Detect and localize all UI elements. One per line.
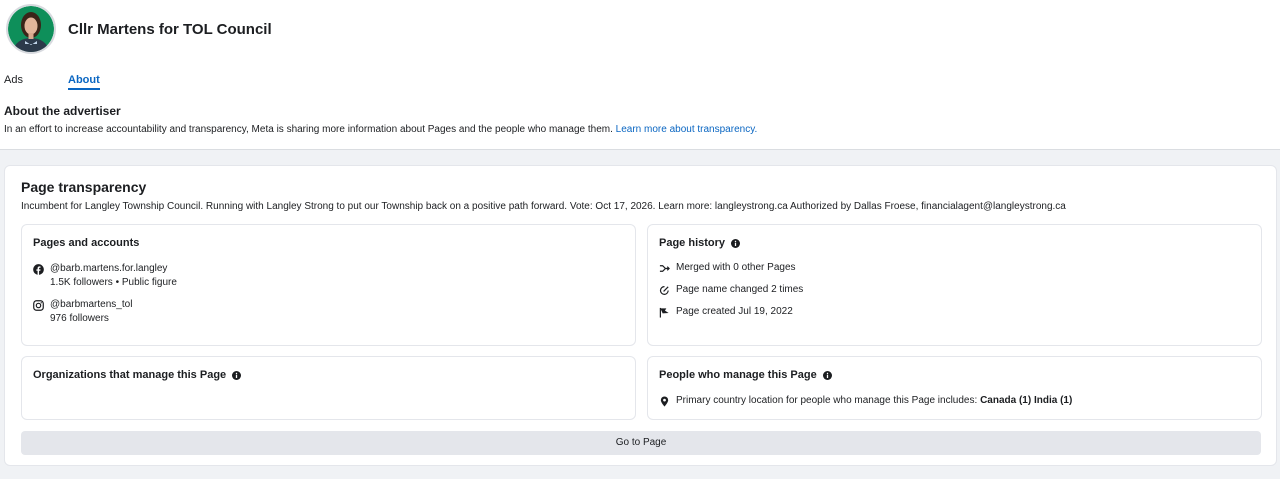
organizations-title: Organizations that manage this Page [33, 369, 242, 381]
pages-accounts-card: Pages and accounts @barb.martens.for.lan… [21, 224, 636, 346]
location-row: Primary country location for people who … [659, 395, 1072, 407]
people-manage-card: People who manage this Page Primary coun… [647, 356, 1262, 420]
instagram-handle[interactable]: @barbmartens_tol [50, 299, 132, 310]
created-row: Page created Jul 19, 2022 [659, 306, 793, 318]
info-icon[interactable] [232, 370, 242, 380]
people-manage-title: People who manage this Page [659, 369, 832, 381]
page-transparency-description: Incumbent for Langley Township Council. … [21, 201, 1066, 212]
about-description: In an effort to increase accountability … [4, 124, 757, 135]
page-history-card: Page history Merged with 0 other Pages P… [647, 224, 1262, 346]
pages-accounts-title-text: Pages and accounts [33, 237, 140, 249]
merged-text: Merged with 0 other Pages [676, 262, 796, 273]
facebook-handle[interactable]: @barb.martens.for.langley [50, 263, 167, 274]
page-history-title-text: Page history [659, 237, 726, 249]
instagram-icon [33, 300, 44, 311]
organizations-card: Organizations that manage this Page [21, 356, 636, 420]
tab-ads[interactable]: Ads [4, 74, 23, 86]
instagram-meta: 976 followers [50, 313, 109, 324]
info-icon[interactable] [822, 370, 832, 380]
created-text: Page created Jul 19, 2022 [676, 306, 793, 317]
about-section-title: About the advertiser [4, 104, 121, 118]
facebook-account-row[interactable]: @barb.martens.for.langley 1.5K followers… [33, 263, 177, 288]
people-manage-title-text: People who manage this Page [659, 369, 817, 381]
flag-icon [659, 307, 669, 318]
page-title: Cllr Martens for TOL Council [68, 21, 272, 38]
location-text: Primary country location for people who … [676, 395, 978, 406]
info-icon[interactable] [731, 238, 741, 248]
rename-icon [659, 286, 669, 295]
page-transparency-panel: Page transparency Incumbent for Langley … [4, 165, 1277, 466]
page-header: Cllr Martens for TOL Council Ads About A… [0, 0, 1280, 149]
avatar[interactable] [6, 4, 56, 54]
page-history-title: Page history [659, 237, 741, 249]
merge-icon [659, 265, 670, 272]
facebook-icon [33, 264, 44, 275]
go-to-page-button[interactable]: Go to Page [21, 431, 1261, 455]
merged-row: Merged with 0 other Pages [659, 262, 796, 274]
name-changed-row: Page name changed 2 times [659, 284, 803, 296]
tab-about[interactable]: About [68, 74, 100, 90]
facebook-meta: 1.5K followers • Public figure [50, 277, 177, 288]
about-description-text: In an effort to increase accountability … [4, 124, 613, 135]
page-transparency-title: Page transparency [21, 179, 147, 195]
name-changed-text: Page name changed 2 times [676, 284, 804, 295]
location-pin-icon [660, 396, 669, 407]
instagram-account-row[interactable]: @barbmartens_tol 976 followers [33, 299, 132, 324]
organizations-title-text: Organizations that manage this Page [33, 369, 227, 381]
transparency-link[interactable]: Learn more about transparency. [616, 124, 758, 135]
location-countries: Canada (1) India (1) [980, 395, 1073, 406]
pages-accounts-title: Pages and accounts [33, 237, 139, 249]
